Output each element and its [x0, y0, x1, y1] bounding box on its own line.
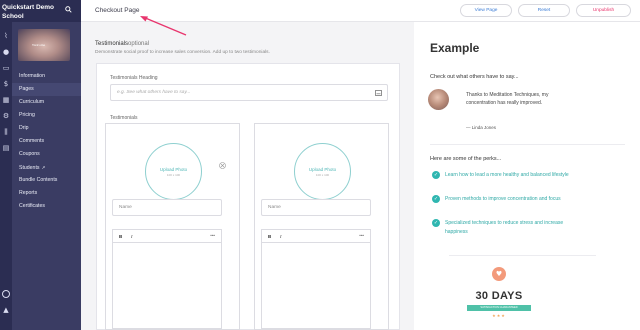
upload-size: 100 x 100 — [166, 173, 181, 177]
app-root: Quickstart Demo School ⌇ ● ▭ $ ▦ ⚙ ⫼ ▤ ▲… — [0, 0, 640, 330]
help-icon[interactable] — [2, 290, 10, 298]
section-title: Testimonialsoptional — [95, 41, 149, 47]
chart-icon[interactable]: ▦ — [0, 94, 12, 106]
preview-title: Example — [430, 41, 480, 55]
activity-icon[interactable]: ⌇ — [0, 30, 12, 42]
course-thumbnail: Welcome — [18, 29, 70, 61]
school-header: Quickstart Demo School — [0, 0, 81, 22]
sidebar-item-information[interactable]: Information — [19, 70, 81, 83]
section-optional: optional — [128, 41, 150, 47]
library-icon[interactable]: ⫼ — [0, 126, 12, 138]
guarantee-stars: ★★★ — [492, 313, 506, 318]
upload-label: Upload Photo — [308, 167, 337, 172]
bold-button[interactable]: B — [119, 234, 122, 239]
sidebar-item-curriculum[interactable]: Curriculum — [19, 96, 81, 109]
check-icon: ✓ — [432, 171, 440, 179]
quote-heading: Check out what others have to say... — [430, 74, 519, 80]
testimonial-card-2: Upload Photo 100 x 100 Name B I ••• — [254, 123, 389, 330]
heading-label: Testimonials Heading — [110, 75, 158, 81]
main-form: Testimonialsoptional Demonstrate social … — [81, 22, 414, 330]
keyboard-icon[interactable] — [375, 90, 382, 96]
remove-testimonial-icon[interactable] — [219, 162, 226, 169]
search-icon[interactable] — [65, 6, 72, 13]
sidebar-item-reports[interactable]: Reports — [19, 187, 81, 200]
sidebar-item-comments[interactable]: Comments — [19, 135, 81, 148]
more-options-icon[interactable]: ••• — [359, 233, 364, 238]
heading-placeholder: e.g. See what others have to say... — [117, 90, 191, 95]
check-icon: ✓ — [432, 219, 440, 227]
sidebar-item-coupons[interactable]: Coupons — [19, 148, 81, 161]
perks-heading: Here are some of the perks... — [430, 156, 502, 162]
calendar-icon[interactable]: ▤ — [0, 142, 12, 154]
upload-size: 100 x 100 — [315, 173, 330, 177]
perk-item: ✓ Specialized techniques to reduce stres… — [432, 219, 582, 236]
example-preview: Example Check out what others have to sa… — [414, 22, 640, 330]
testimonial-card-1: Upload Photo 100 x 100 Name B I ••• — [105, 123, 240, 330]
unpublish-button[interactable]: Unpublish — [576, 4, 631, 17]
heart-icon: ♥ — [492, 267, 506, 281]
truck-icon[interactable]: ▭ — [0, 62, 12, 74]
name-placeholder: Name — [119, 205, 132, 210]
sidebar-item-bundle-contents[interactable]: Bundle Contents — [19, 174, 81, 187]
sidebar-item-drip[interactable]: Drip — [19, 122, 81, 135]
section-title-text: Testimonials — [95, 41, 129, 47]
quote-author: — Linda Jones — [466, 125, 497, 130]
name-input[interactable]: Name — [112, 199, 222, 216]
view-page-button[interactable]: View Page — [460, 4, 512, 17]
users-icon[interactable]: ● — [0, 46, 12, 58]
sidebar-item-pricing[interactable]: Pricing — [19, 109, 81, 122]
bold-button[interactable]: B — [268, 234, 271, 239]
quote-text: Thanks to Meditation Techniques, my conc… — [466, 92, 549, 107]
sidebar-item-certificates[interactable]: Certificates — [19, 200, 81, 213]
perk-text: Learn how to lead a more healthy and bal… — [445, 172, 569, 178]
heading-input[interactable]: e.g. See what others have to say... — [110, 84, 388, 101]
sidebar-item-pages[interactable]: Pages — [12, 83, 81, 96]
italic-button[interactable]: I — [131, 234, 133, 239]
school-name[interactable]: Quickstart Demo School — [2, 4, 62, 21]
editor-toolbar: B I ••• — [262, 230, 370, 243]
sidebar-item-students-row[interactable]: Students ↗ — [19, 161, 81, 174]
icon-rail: ⌇ ● ▭ $ ▦ ⚙ ⫼ ▤ ▲ — [0, 22, 12, 330]
more-options-icon[interactable]: ••• — [210, 233, 215, 238]
graduation-icon[interactable]: ▲ — [0, 304, 12, 316]
gear-icon[interactable]: ⚙ — [0, 110, 12, 122]
name-placeholder: Name — [268, 205, 281, 210]
name-input[interactable]: Name — [261, 199, 371, 216]
italic-button[interactable]: I — [280, 234, 282, 239]
guarantee-ribbon: SATISFACTION GUARANTEED — [467, 305, 531, 311]
perk-item: ✓ Proven methods to improve concentratio… — [432, 195, 582, 204]
avatar — [428, 89, 449, 110]
thumbnail-label: Welcome — [32, 43, 46, 47]
upload-photo-button[interactable]: Upload Photo 100 x 100 — [145, 143, 202, 200]
sidebar-nav: Information Pages Curriculum Pricing Dri… — [12, 70, 81, 213]
perk-item: ✓ Learn how to lead a more healthy and b… — [432, 171, 582, 180]
perk-text: Proven methods to improve concentration … — [445, 196, 561, 202]
check-icon: ✓ — [432, 195, 440, 203]
external-link-icon: ↗ — [41, 165, 46, 170]
sidebar-item-students: Students — [19, 165, 40, 171]
editor-toolbar: B I ••• — [113, 230, 221, 243]
testimonial-editor[interactable]: B I ••• — [112, 229, 222, 329]
reset-button[interactable]: Reset — [518, 4, 570, 17]
dollar-icon[interactable]: $ — [0, 78, 12, 90]
testimonial-editor[interactable]: B I ••• — [261, 229, 371, 329]
upload-label: Upload Photo — [159, 167, 188, 172]
page-title: Checkout Page — [95, 7, 140, 14]
divider — [430, 144, 625, 145]
section-description: Demonstrate social proof to increase sal… — [95, 50, 270, 55]
testimonials-label: Testimonials — [110, 115, 138, 121]
perk-text: Specialized techniques to reduce stress … — [445, 220, 564, 235]
upload-photo-button[interactable]: Upload Photo 100 x 100 — [294, 143, 351, 200]
guarantee-days: 30 DAYS — [475, 290, 523, 302]
